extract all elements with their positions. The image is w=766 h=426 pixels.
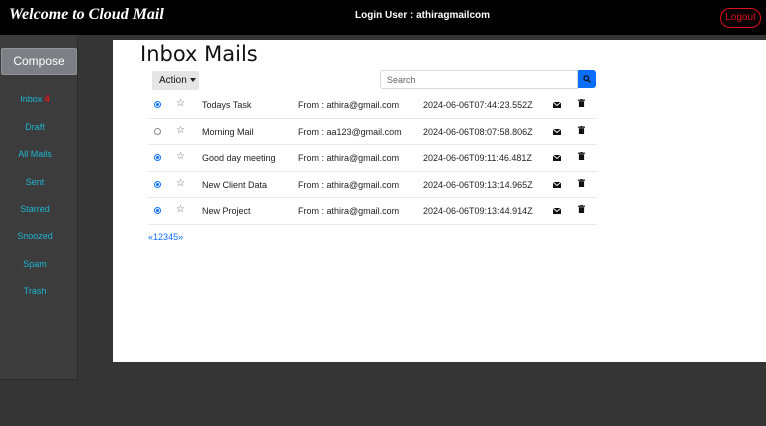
sidebar-item-trash[interactable]: Trash bbox=[0, 286, 70, 296]
sidebar-item-inbox[interactable]: Inbox 4 bbox=[0, 94, 70, 105]
sidebar-item-sent[interactable]: Sent bbox=[0, 177, 70, 187]
mail-date: 2024-06-06T09:11:46.481Z bbox=[423, 153, 532, 163]
trash-icon[interactable] bbox=[578, 152, 585, 162]
mail-date: 2024-06-06T09:13:14.965Z bbox=[423, 179, 533, 190]
select-radio[interactable] bbox=[154, 207, 161, 214]
mail-sender: From : athira@gmail.com bbox=[298, 206, 400, 216]
mail-row[interactable]: ☆ Good day meeting From : athira@gmail.com… bbox=[148, 145, 597, 172]
envelope-icon[interactable] bbox=[552, 127, 562, 137]
mail-sender: From : athira@gmail.com bbox=[298, 179, 400, 190]
trash-icon[interactable] bbox=[578, 125, 585, 136]
envelope-icon[interactable] bbox=[552, 100, 562, 110]
envelope-icon[interactable] bbox=[552, 206, 562, 216]
pagination: «12345» bbox=[148, 232, 183, 242]
caret-down-icon bbox=[189, 78, 196, 83]
pagination-next[interactable]: » bbox=[178, 232, 183, 242]
trash-icon[interactable] bbox=[578, 178, 585, 189]
mail-date: 2024-06-06T08:07:58.806Z bbox=[423, 126, 533, 137]
star-outline-icon[interactable]: ☆ bbox=[176, 204, 185, 216]
mail-row[interactable]: ☆ New Client Data From : athira@gmail.com 2… bbox=[148, 172, 597, 198]
sidebar-item-draft[interactable]: Draft bbox=[0, 122, 70, 132]
mail-sender: From : aa123@gmail.com bbox=[298, 126, 402, 137]
star-outline-icon[interactable]: ☆ bbox=[176, 98, 185, 110]
mail-row[interactable]: ☆ Todays Task From : athira@gmail.com 2024-… bbox=[148, 92, 597, 119]
select-radio[interactable] bbox=[154, 154, 161, 161]
top-bar: Welcome to Cloud Mail Login User : athir… bbox=[0, 0, 766, 35]
mail-subject: Good day meeting bbox=[202, 153, 276, 163]
mail-sender: From : athira@gmail.com bbox=[298, 153, 400, 163]
envelope-icon[interactable] bbox=[552, 180, 562, 190]
mail-date: 2024-06-06T07:44:23.552Z bbox=[423, 100, 533, 110]
mail-subject: Morning Mail bbox=[202, 126, 254, 137]
mail-sender: From : athira@gmail.com bbox=[298, 100, 400, 110]
search-input[interactable] bbox=[380, 70, 578, 89]
sidebar-item-all-mails[interactable]: All Mails bbox=[0, 149, 70, 159]
mail-subject: New Project bbox=[202, 206, 251, 216]
search-button[interactable] bbox=[578, 70, 596, 88]
trash-icon[interactable] bbox=[578, 99, 585, 109]
logout-button[interactable]: Logout bbox=[720, 8, 761, 28]
sidebar-item-starred[interactable]: Starred bbox=[0, 204, 70, 214]
sidebar-item-spam[interactable]: Spam bbox=[0, 259, 70, 269]
mail-list: ☆ Todays Task From : athira@gmail.com 2024-… bbox=[148, 92, 597, 225]
mail-row[interactable]: ☆ Morning Mail From : aa123@gmail.com 2024-… bbox=[148, 119, 597, 145]
trash-icon[interactable] bbox=[578, 205, 585, 215]
star-outline-icon[interactable]: ☆ bbox=[176, 125, 185, 137]
login-user-label: Login User : athiragmailcom bbox=[355, 10, 491, 21]
action-dropdown-button[interactable]: Action bbox=[152, 71, 199, 90]
action-label: Action bbox=[159, 75, 187, 86]
search-icon bbox=[583, 75, 591, 83]
mail-subject: New Client Data bbox=[202, 179, 268, 190]
select-radio[interactable] bbox=[154, 180, 161, 188]
star-outline-icon[interactable]: ☆ bbox=[176, 151, 185, 163]
compose-button[interactable]: Compose bbox=[1, 48, 77, 75]
select-radio[interactable] bbox=[154, 101, 161, 108]
sidebar-item-label: Inbox bbox=[20, 94, 43, 104]
sidebar: Compose Inbox 4 Draft All Mails Sent Star… bbox=[0, 35, 78, 380]
star-outline-icon[interactable]: ☆ bbox=[176, 178, 185, 190]
mail-subject: Todays Task bbox=[202, 100, 252, 110]
page-title: Inbox Mails bbox=[140, 42, 258, 66]
main-panel: Inbox Mails Action ☆ Todays Task From : at… bbox=[113, 40, 766, 362]
mail-row[interactable]: ☆ New Project From : athira@gmail.com 2024-… bbox=[148, 198, 597, 225]
app-brand: Welcome to Cloud Mail bbox=[9, 6, 164, 23]
mail-date: 2024-06-06T09:13:44.914Z bbox=[423, 206, 533, 216]
envelope-icon[interactable] bbox=[552, 153, 562, 163]
select-radio[interactable] bbox=[154, 127, 161, 135]
sidebar-item-snoozed[interactable]: Snoozed bbox=[0, 231, 70, 241]
unread-count-badge: 4 bbox=[44, 94, 50, 105]
